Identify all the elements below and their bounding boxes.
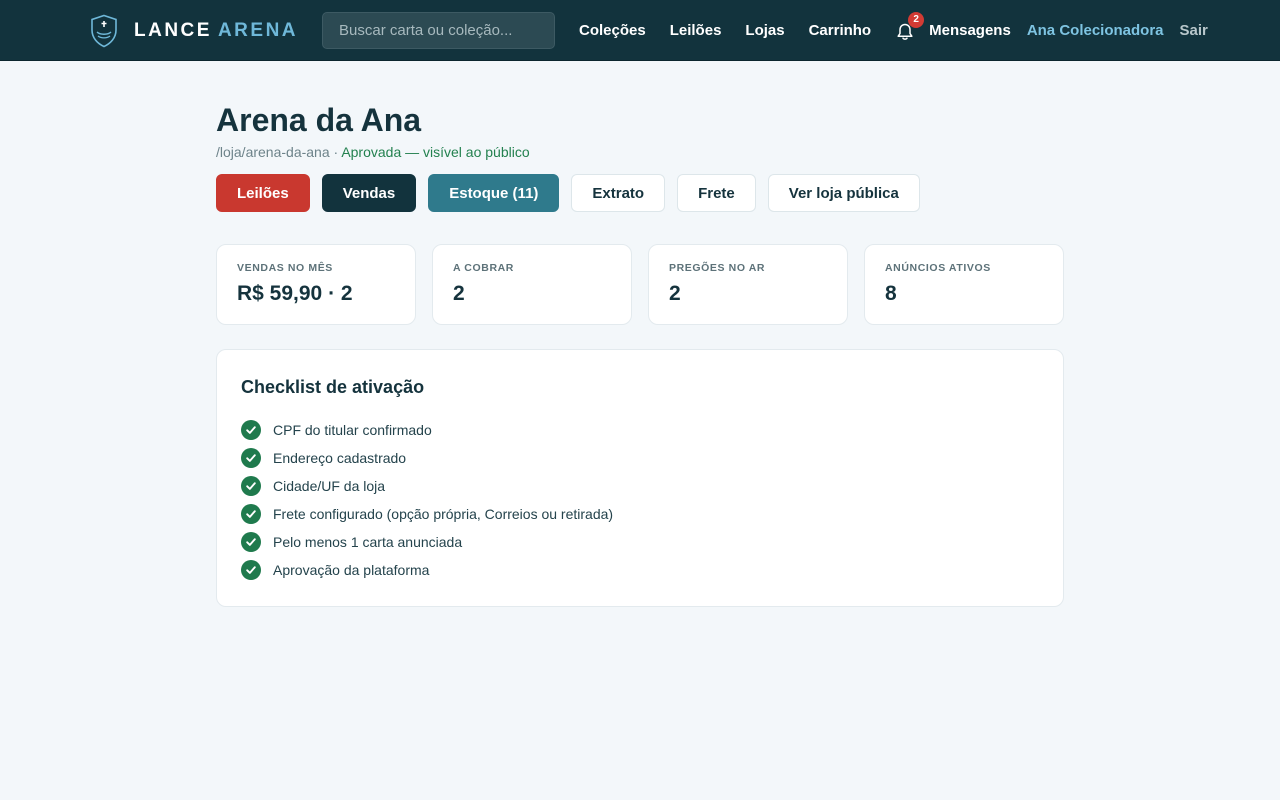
activation-checklist-card: Checklist de ativação CPF do titular con… (216, 349, 1064, 607)
notifications-button[interactable]: 2 (895, 11, 925, 42)
stat-label: VENDAS NO MÊS (237, 262, 333, 274)
tab-extrato[interactable]: Extrato (571, 174, 666, 212)
stat-value: 2 (453, 282, 465, 305)
notifications-badge: 2 (908, 11, 925, 28)
store-dashboard: Arena da Ana /loja/arena-da-ana · Aprova… (216, 61, 1064, 607)
checklist-item-label: CPF do titular confirmado (273, 422, 432, 438)
tab-leiloes[interactable]: Leilões (216, 174, 310, 212)
store-slug: /loja/arena-da-ana (216, 144, 330, 160)
check-circle-icon (241, 476, 261, 496)
user-menu-link[interactable]: Ana Colecionadora (1027, 22, 1164, 39)
checklist-item-label: Cidade/UF da loja (273, 478, 386, 494)
top-navbar: LANCEARENA Coleções Leilões Lojas Carrin… (0, 0, 1280, 61)
check-circle-icon (241, 420, 261, 440)
list-item: CPF do titular confirmado (241, 416, 1039, 444)
checklist-item-label: Pelo menos 1 carta anunciada (273, 534, 463, 550)
page-title: Arena da Ana (216, 102, 422, 138)
stat-label: PREGÕES NO AR (669, 262, 766, 274)
tab-vendas[interactable]: Vendas (321, 174, 417, 212)
list-item: Pelo menos 1 carta anunciada (241, 528, 1039, 556)
list-item: Cidade/UF da loja (241, 472, 1039, 500)
tab-frete[interactable]: Frete (677, 174, 756, 212)
logo-text: LANCE ARENA (134, 19, 299, 41)
site-logo[interactable]: LANCE ARENA (90, 14, 298, 48)
subtitle-separator: · (329, 144, 342, 160)
checklist-item-label: Endereço cadastrado (273, 450, 407, 466)
check-circle-icon (241, 448, 261, 468)
nav-link-leiloes[interactable]: Leilões (670, 22, 722, 39)
stat-value: 2 (669, 282, 681, 305)
stat-card-a-cobrar: A COBRAR 2 (432, 244, 632, 325)
list-item: Frete configurado (opção própria, Correi… (241, 500, 1039, 528)
dashboard-tabs: Leilões Vendas Estoque (11) Extrato Fret… (216, 174, 1064, 212)
stats-row: VENDAS NO MÊS R$ 59,90 · 2 A COBRAR 2 PR… (216, 244, 1064, 325)
search-input[interactable] (322, 12, 556, 49)
checklist-item-label: Aprovação da plataforma (273, 562, 430, 578)
check-circle-icon (241, 560, 261, 580)
stat-label: ANÚNCIOS ATIVOS (885, 262, 991, 274)
checklist-title: Checklist de ativação (241, 377, 425, 397)
nav-link-carrinho[interactable]: Carrinho (809, 22, 872, 39)
tab-estoque[interactable]: Estoque (11) (428, 174, 560, 212)
nav-link-mensagens[interactable]: Mensagens (929, 22, 1011, 39)
logout-link[interactable]: Sair (1180, 22, 1208, 39)
shield-logo-icon (91, 14, 117, 47)
main-nav: Coleções Leilões Lojas Carrinho 2 Mensag… (579, 11, 1208, 42)
stat-card-vendas-mes: VENDAS NO MÊS R$ 59,90 · 2 (216, 244, 416, 325)
stat-value: R$ 59,90 · 2 (237, 282, 353, 305)
view-public-store-button[interactable]: Ver loja pública (767, 174, 920, 212)
stat-value: 8 (885, 282, 897, 305)
check-circle-icon (241, 532, 261, 552)
checklist-item-label: Frete configurado (opção própria, Correi… (273, 506, 614, 522)
list-item: Endereço cadastrado (241, 444, 1039, 472)
stat-card-pregoes-no-ar: PREGÕES NO AR 2 (648, 244, 848, 325)
stat-card-anuncios-ativos: ANÚNCIOS ATIVOS 8 (864, 244, 1064, 325)
stat-label: A COBRAR (453, 262, 514, 274)
check-circle-icon (241, 504, 261, 524)
store-status: Aprovada — visível ao público (341, 144, 530, 160)
list-item: Aprovação da plataforma (241, 556, 1039, 584)
checklist: CPF do titular confirmado Endereço cadas… (241, 416, 1039, 584)
nav-link-lojas[interactable]: Lojas (745, 22, 784, 39)
store-subtitle: /loja/arena-da-ana · Aprovada — visível … (216, 144, 1064, 160)
nav-link-colecoes[interactable]: Coleções (579, 22, 646, 39)
